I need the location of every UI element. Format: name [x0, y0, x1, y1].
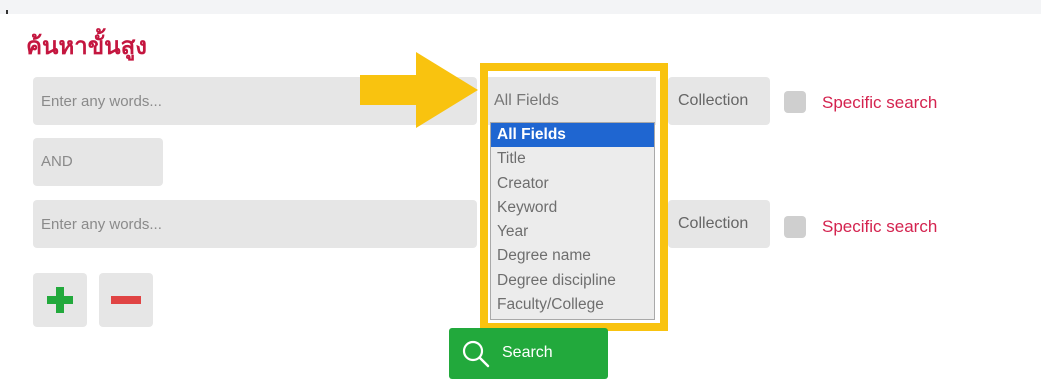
specific-search-label-1[interactable]: Specific search	[822, 93, 937, 113]
add-row-button[interactable]	[33, 273, 87, 327]
page-title: ค้นหาขั้นสูง	[26, 33, 147, 60]
search-input-2[interactable]	[33, 200, 477, 248]
search-button-label: Search	[502, 344, 553, 361]
minus-icon	[111, 296, 141, 304]
collection-select-1[interactable]: Collection	[668, 77, 770, 125]
specific-search-label-2[interactable]: Specific search	[822, 217, 937, 237]
arrow-icon	[360, 52, 478, 128]
top-band	[0, 0, 1041, 14]
search-icon	[462, 340, 490, 368]
plus-icon	[47, 287, 73, 313]
specific-search-checkbox-1[interactable]	[784, 91, 806, 113]
collection-select-2[interactable]: Collection	[668, 200, 770, 248]
operator-select[interactable]: AND	[33, 138, 163, 186]
specific-search-checkbox-2[interactable]	[784, 216, 806, 238]
search-button[interactable]: Search	[449, 328, 608, 379]
highlight-frame	[480, 63, 668, 331]
remove-row-button[interactable]	[99, 273, 153, 327]
